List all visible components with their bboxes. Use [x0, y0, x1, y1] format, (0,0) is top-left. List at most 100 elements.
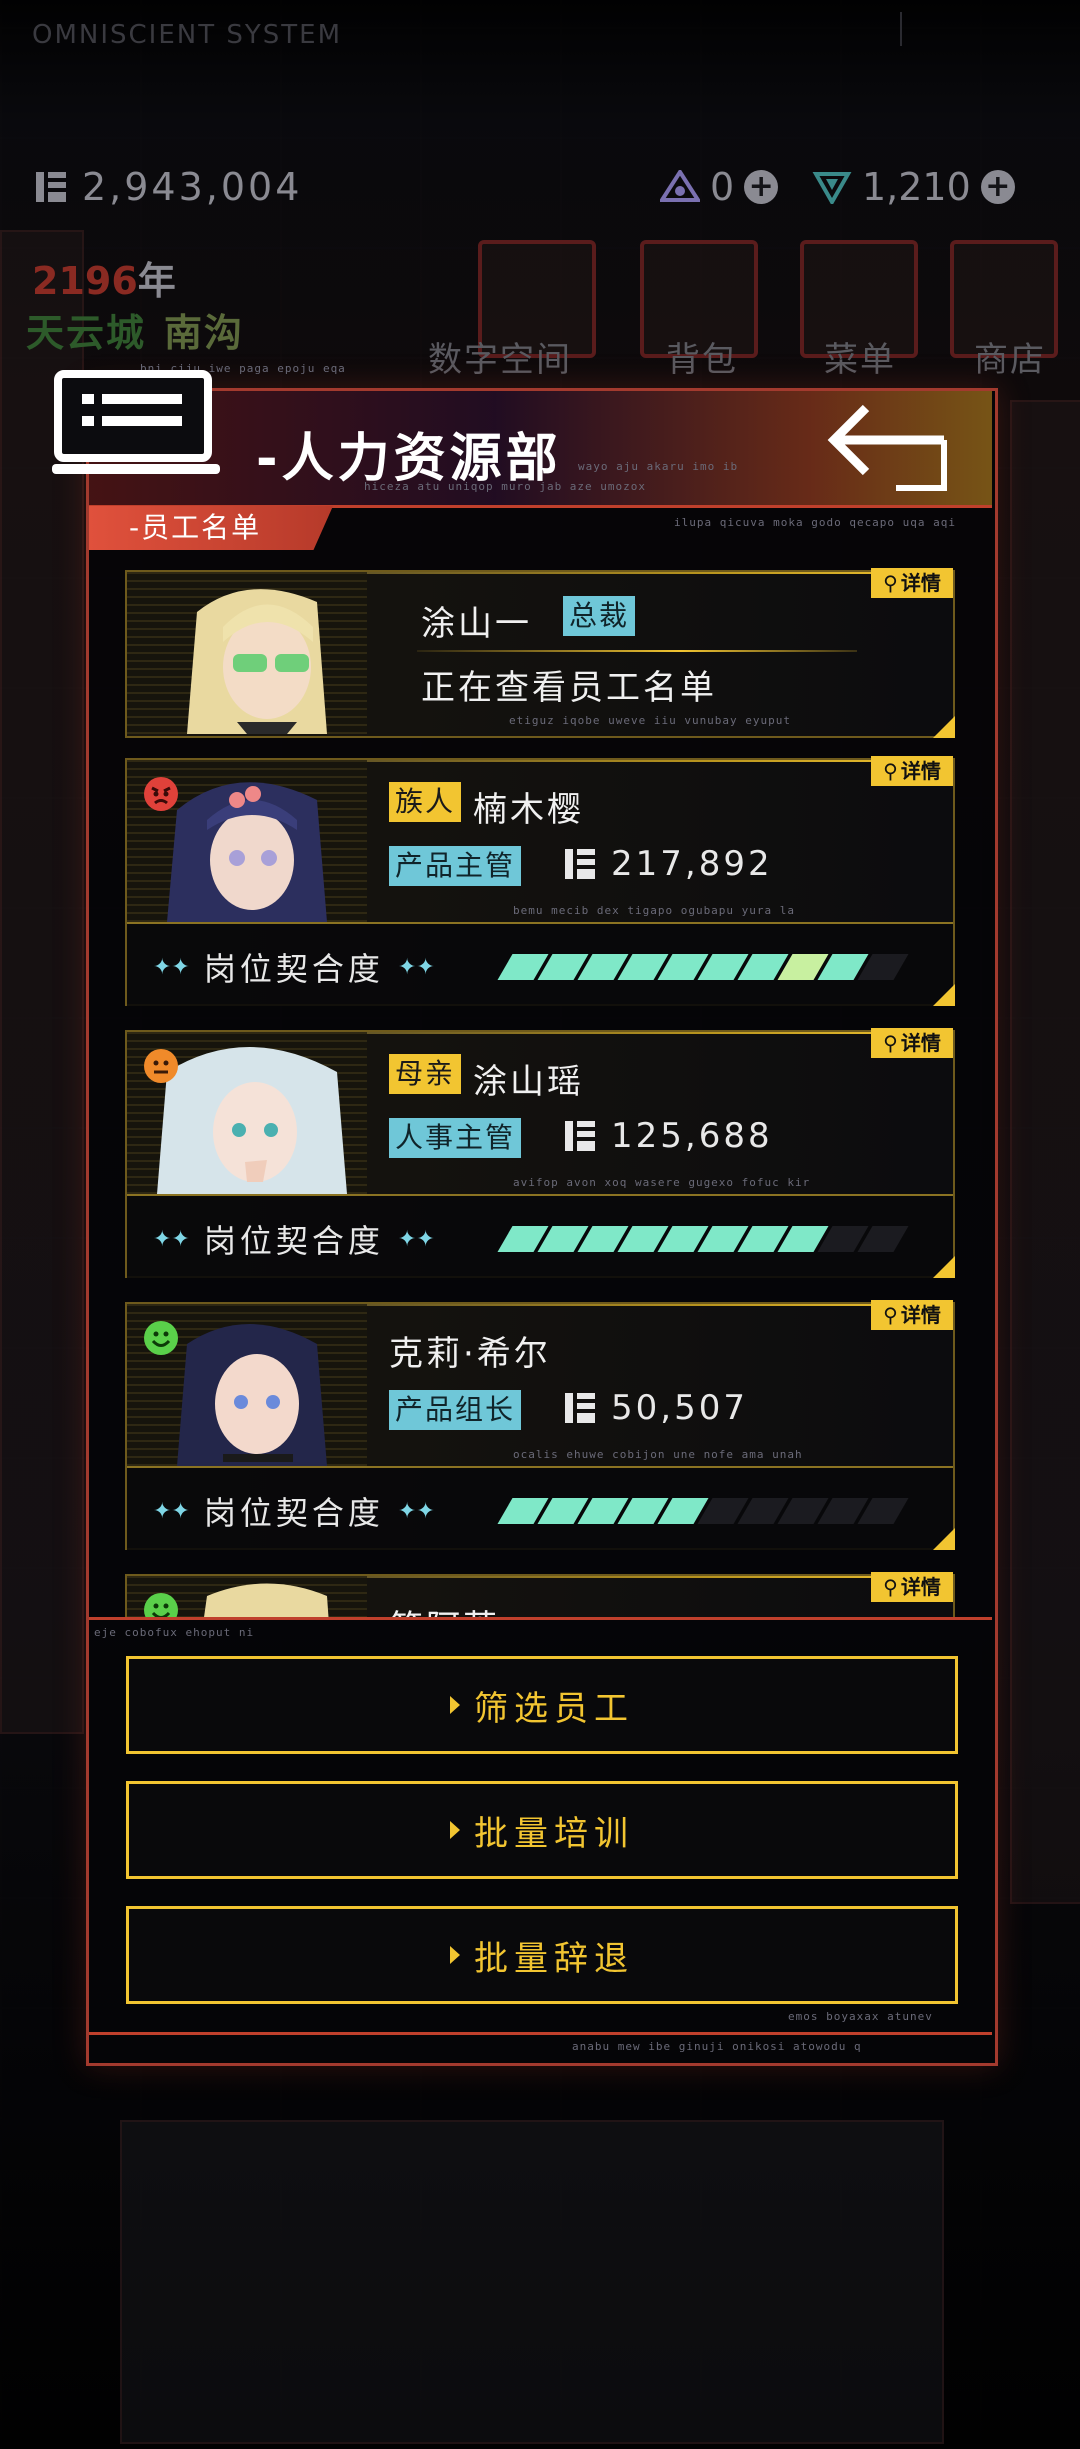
year-suffix: 年: [137, 259, 176, 303]
currency-icon: [36, 172, 66, 202]
employee-name: 涂山一: [421, 604, 532, 644]
job-fit-bar: [495, 954, 915, 980]
flavor-text: etiguz iqobe uweve iiu vunubay eyuput: [509, 714, 792, 727]
add-resource-b-button[interactable]: +: [980, 170, 1015, 204]
resource-a-amount: 0: [710, 165, 735, 209]
employee-card[interactable]: ⚲ 详情 族人 楠木樱 产品主管 217,892 bemu mecib dex t…: [125, 756, 955, 1006]
detail-button[interactable]: ⚲ 详情: [871, 1572, 953, 1602]
search-icon: ⚲: [883, 1575, 898, 1599]
search-icon: ⚲: [883, 1031, 898, 1055]
flavor-text: hiceza atu uniqop muro jab aze umozox: [364, 480, 647, 493]
employee-card[interactable]: ⚲ 详情 涂山一 总裁 正在查看员工名单 etiguz iqobe uweve i…: [125, 568, 955, 738]
currency-icon: [565, 1121, 595, 1151]
search-icon: ⚲: [883, 759, 898, 783]
job-fit-row: ✦✦ 岗位契合度 ✦✦: [127, 1194, 953, 1278]
angry-face-icon: [144, 777, 178, 811]
nav-digital-space-label: 数字空间: [428, 340, 572, 380]
flavor-text: avifop avon xoq wasere gugexo fofuc kir: [513, 1176, 811, 1189]
computer-icon: [52, 370, 220, 474]
back-arrow-icon[interactable]: [826, 398, 956, 494]
sparkle-icon: ✦✦: [397, 1226, 435, 1252]
job-fit-label: 岗位契合度: [203, 950, 384, 988]
nav-shop-label: 商店: [974, 340, 1046, 380]
employee-portrait: [127, 572, 367, 734]
system-window-controls: [900, 12, 1052, 46]
salary: 50,507: [563, 1388, 748, 1428]
flavor-text: eje cobofux ehoput ni: [94, 1626, 255, 1639]
search-icon: ⚲: [883, 571, 898, 595]
filter-employees-button[interactable]: 筛选员工: [126, 1656, 958, 1754]
salary-amount: 50,507: [611, 1388, 748, 1428]
detail-button[interactable]: ⚲ 详情: [871, 756, 953, 786]
salary-amount: 125,688: [611, 1116, 773, 1156]
detail-button[interactable]: ⚲ 详情: [871, 1028, 953, 1058]
flavor-text: anabu mew ibe ginuji onikosi atowodu q: [572, 2040, 862, 2053]
employee-card[interactable]: ⚲ 详情 克莉·希尔 产品组长 50,507 ocalis ehuwe cobij…: [125, 1300, 955, 1550]
flavor-text: bemu mecib dex tigapo ogubapu yura la: [513, 904, 796, 917]
system-title: OMNISCIENT SYSTEM: [32, 20, 342, 50]
money-amount: 2,943,004: [82, 165, 303, 209]
background-structure: [120, 2120, 944, 2444]
happy-face-icon: [144, 1593, 178, 1617]
salary: 125,688: [563, 1116, 773, 1156]
job-fit-row: ✦✦ 岗位契合度 ✦✦: [127, 922, 953, 1006]
search-icon: ⚲: [883, 1303, 898, 1327]
year-number: 2196: [32, 259, 138, 303]
sparkle-icon: ✦✦: [397, 954, 435, 980]
play-arrow-icon: [450, 1821, 460, 1839]
employee-name: 笹阿莱: [389, 1600, 500, 1617]
resource-b-amount: 1,210: [862, 165, 971, 209]
happy-face-icon: [144, 1321, 178, 1355]
play-arrow-icon: [450, 1946, 460, 1964]
panel-footer-divider: [89, 2032, 992, 2035]
flavor-text: emos boyaxax atunev: [788, 2010, 933, 2023]
employee-title-tag: 产品主管: [389, 846, 522, 886]
detail-button[interactable]: ⚲ 详情: [871, 568, 953, 598]
currency-icon: [565, 1393, 595, 1423]
employee-card[interactable]: ⚲ 详情 母亲 涂山瑶 人事主管 125,688 avifop avon xoq …: [125, 1028, 955, 1278]
flavor-text: ilupa qicuva moka godo qecapo uqa aqi: [674, 516, 957, 529]
employee-name: 克莉·希尔: [389, 1334, 551, 1374]
employee-list-tab[interactable]: -员工名单: [89, 506, 333, 550]
job-fit-bar: [495, 1226, 915, 1252]
sparkle-icon: ✦✦: [397, 1498, 435, 1524]
detail-button[interactable]: ⚲ 详情: [871, 1300, 953, 1330]
add-resource-a-button[interactable]: +: [744, 170, 779, 204]
job-fit-bar: [495, 1498, 915, 1524]
employee-card[interactable]: ⚲详情 笹阿莱: [125, 1572, 955, 1617]
nav-menu-label: 菜单: [824, 340, 896, 380]
employee-title-tag: 人事主管: [389, 1118, 522, 1158]
crystal-icon: [812, 172, 852, 204]
sparkle-icon: ✦✦: [153, 954, 190, 980]
employee-name: 涂山瑶: [473, 1062, 584, 1102]
job-fit-row: ✦✦ 岗位契合度 ✦✦: [127, 1466, 953, 1550]
location-display: 天云城 南沟: [26, 302, 244, 357]
neutral-face-icon: [144, 1049, 178, 1083]
play-arrow-icon: [450, 1696, 460, 1714]
employee-title-tag: 总裁: [563, 596, 636, 636]
employee-name: 楠木樱: [473, 790, 584, 830]
relation-tag: 族人: [389, 782, 462, 822]
resource-a-display: 0 +: [660, 165, 779, 209]
gem-icon: [660, 170, 700, 202]
employee-status: 正在查看员工名单: [421, 668, 717, 708]
money-display: 2,943,004: [34, 165, 302, 209]
background-structure: [1010, 400, 1080, 1904]
currency-icon: [565, 849, 595, 879]
job-fit-label: 岗位契合度: [203, 1494, 384, 1532]
batch-dismiss-button[interactable]: 批量辞退: [126, 1906, 958, 2004]
nav-backpack-label: 背包: [666, 340, 738, 380]
flavor-text: wayo aju akaru imo ib: [578, 460, 739, 473]
district-name: 南沟: [164, 311, 245, 355]
batch-training-button[interactable]: 批量培训: [126, 1781, 958, 1879]
employee-list[interactable]: ⚲ 详情 涂山一 总裁 正在查看员工名单 etiguz iqobe uweve i…: [89, 552, 992, 1617]
sparkle-icon: ✦✦: [153, 1498, 190, 1524]
list-divider: [89, 1617, 992, 1620]
flavor-text: ocalis ehuwe cobijon une nofe ama unah: [513, 1448, 803, 1461]
city-name: 天云城: [26, 311, 147, 355]
salary-amount: 217,892: [611, 844, 773, 884]
job-fit-label: 岗位契合度: [203, 1222, 384, 1260]
year-display: 2196年: [32, 250, 176, 305]
resource-b-display: 1,210 +: [812, 165, 1015, 209]
salary: 217,892: [563, 844, 773, 884]
